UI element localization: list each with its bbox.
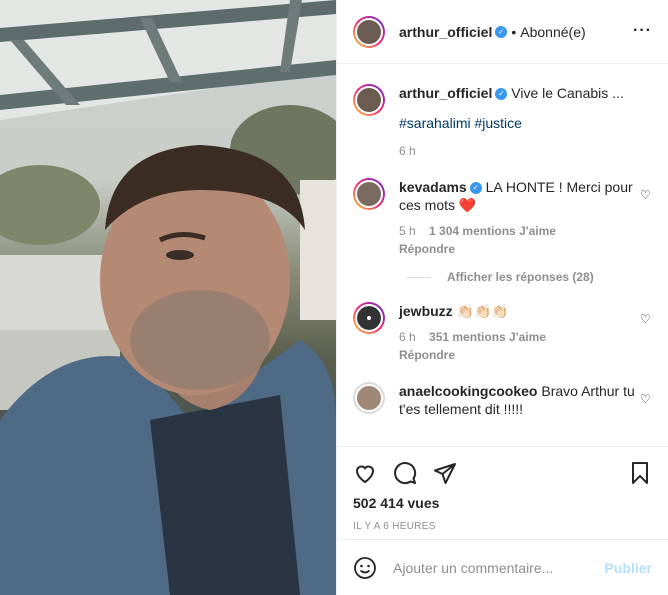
comment-time: 5 h: [399, 224, 416, 238]
post-header: arthur_officiel ✓ • Abonné(e) ···: [337, 0, 668, 64]
reply-button[interactable]: Répondre: [399, 242, 455, 256]
view-replies[interactable]: Afficher les réponses (28): [407, 270, 652, 284]
caption-username[interactable]: arthur_officiel: [399, 85, 492, 101]
caption-hashtags[interactable]: #sarahalimi #justice: [399, 115, 522, 131]
instagram-post: arthur_officiel ✓ • Abonné(e) ··· arthur…: [0, 0, 668, 595]
view-count[interactable]: 502 414 vues: [353, 495, 652, 511]
comment-username[interactable]: kevadams: [399, 179, 467, 195]
publish-button[interactable]: Publier: [605, 560, 652, 576]
like-icon[interactable]: [353, 461, 377, 485]
comment-text: 👏🏻👏🏻👏🏻: [456, 303, 509, 319]
comment-like-icon[interactable]: ♡: [640, 312, 652, 326]
comment-username[interactable]: jewbuzz: [399, 303, 453, 319]
follow-status-button[interactable]: Abonné(e): [520, 24, 585, 40]
comment-time: 6 h: [399, 330, 416, 344]
caption: arthur_officiel ✓ Vive le Canabis ... #sa…: [353, 84, 652, 160]
author-username[interactable]: arthur_officiel: [399, 24, 492, 40]
post-photo[interactable]: [0, 0, 336, 595]
photo-illustration: [0, 0, 336, 595]
reply-button[interactable]: Répondre: [399, 348, 455, 362]
comment-like-icon[interactable]: ♡: [640, 188, 652, 202]
comment-avatar[interactable]: [353, 178, 385, 210]
verified-icon: ✓: [469, 182, 482, 195]
comment-item: jewbuzz 👏🏻👏🏻👏🏻 6 h 351 mentions J'aime R…: [353, 302, 652, 364]
author-avatar[interactable]: [353, 15, 385, 48]
post-actions: 502 414 vues IL Y A 6 HEURES: [337, 446, 668, 532]
comment-likes[interactable]: 351 mentions J'aime: [429, 330, 546, 344]
replies-line: [407, 276, 431, 278]
verified-icon: ✓: [495, 25, 508, 38]
post-sidebar: arthur_officiel ✓ • Abonné(e) ··· arthur…: [336, 0, 668, 595]
caption-time: 6 h: [399, 144, 416, 158]
caption-text: Vive le Canabis ...: [511, 85, 624, 101]
emoji-icon[interactable]: [353, 556, 377, 580]
comment-item: kevadams ✓ LA HONTE ! Merci pour ces mots…: [353, 178, 652, 258]
comment-username[interactable]: anaelcookingcookeo: [399, 383, 537, 399]
add-comment-bar: Publier: [337, 539, 668, 595]
verified-icon: ✓: [495, 88, 508, 101]
separator-dot: •: [511, 23, 517, 40]
view-replies-label[interactable]: Afficher les réponses (28): [447, 270, 594, 284]
posted-ago[interactable]: IL Y A 6 HEURES: [353, 521, 652, 532]
caption-avatar[interactable]: [353, 84, 385, 116]
comment-icon[interactable]: [393, 461, 417, 485]
bookmark-icon[interactable]: [628, 461, 652, 485]
comment-input[interactable]: [393, 559, 605, 576]
comment-likes[interactable]: 1 304 mentions J'aime: [429, 224, 556, 238]
comment-avatar[interactable]: [353, 382, 385, 414]
more-icon[interactable]: ···: [633, 22, 652, 40]
comment-like-icon[interactable]: ♡: [640, 392, 652, 406]
comment-item: anaelcookingcookeo Bravo Arthur tu t'es …: [353, 382, 652, 418]
comments-list: arthur_officiel ✓ Vive le Canabis ... #sa…: [337, 72, 668, 444]
comment-avatar[interactable]: [353, 302, 385, 334]
share-icon[interactable]: [433, 461, 457, 485]
